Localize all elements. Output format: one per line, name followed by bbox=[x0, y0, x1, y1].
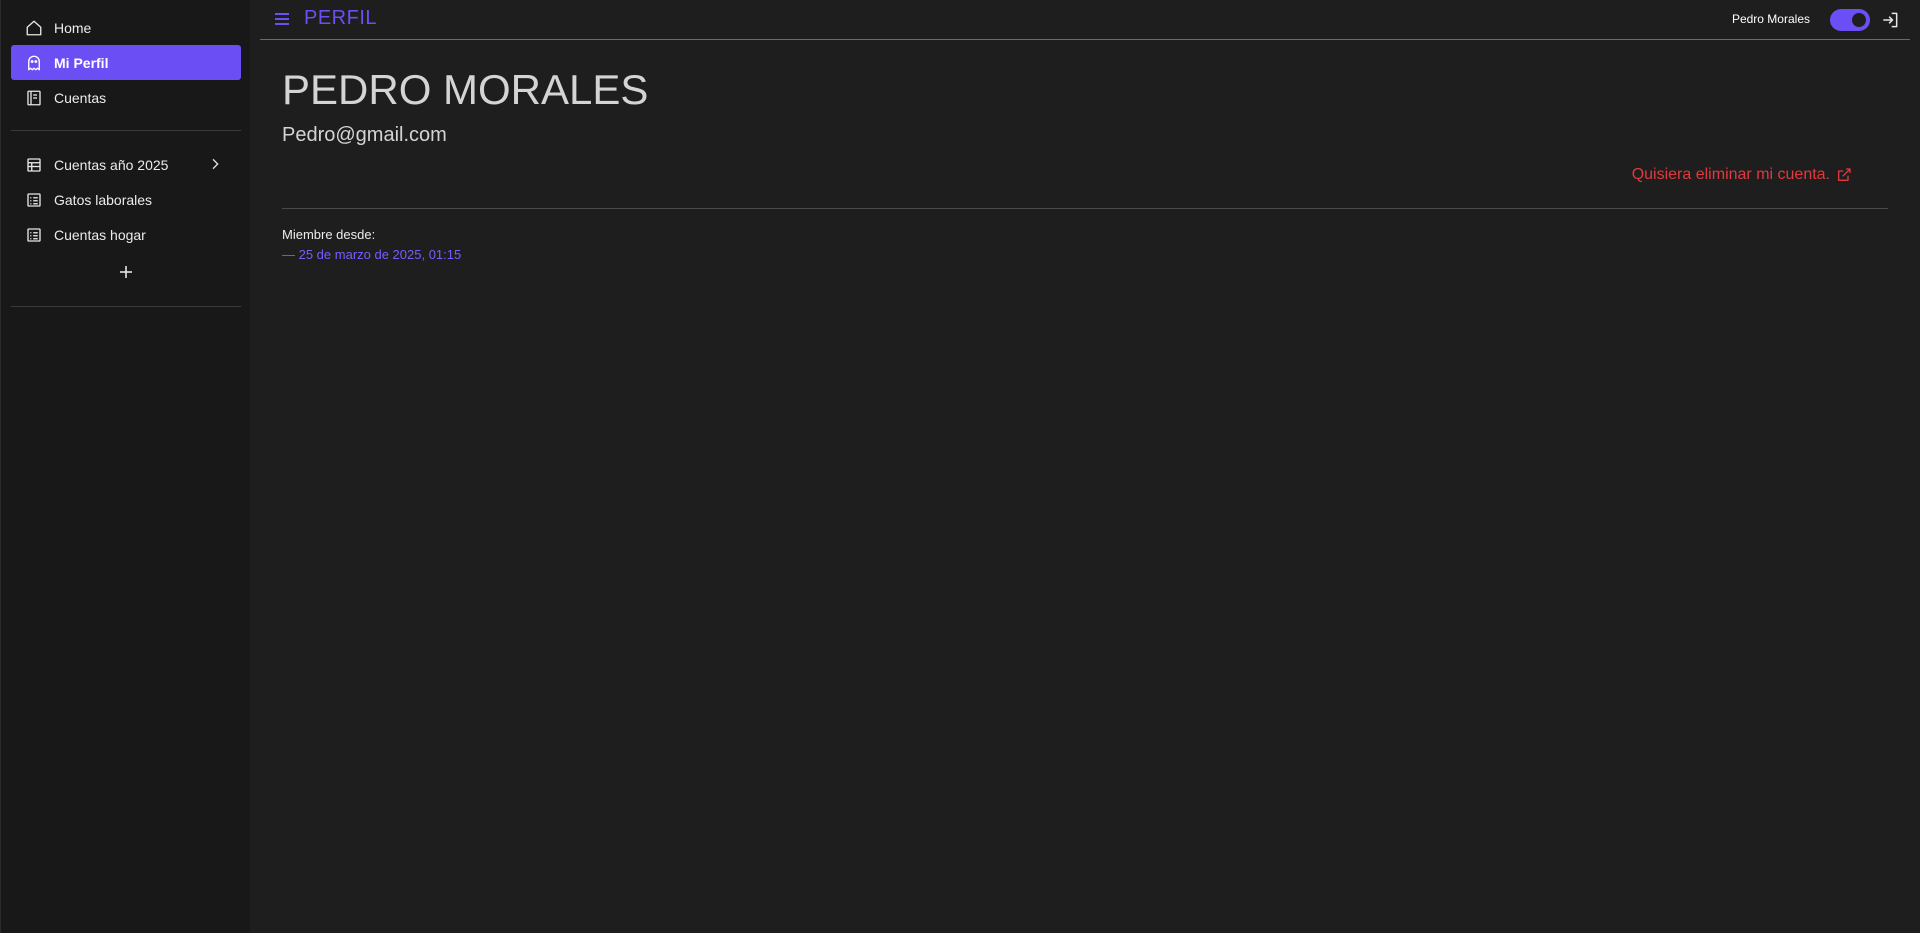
theme-toggle[interactable] bbox=[1830, 9, 1870, 31]
sidebar-item-label: Cuentas bbox=[54, 89, 107, 106]
sidebar-divider bbox=[11, 130, 241, 131]
sidebar-item-gatos-laborales[interactable]: Gatos laborales bbox=[11, 182, 241, 217]
sidebar-item-label: Mi Perfil bbox=[54, 54, 109, 71]
profile-name: PEDRO MORALES bbox=[282, 66, 649, 113]
plus-icon bbox=[119, 265, 133, 284]
content-divider bbox=[282, 208, 1888, 209]
menu-icon[interactable] bbox=[272, 9, 292, 29]
member-since-label: Miembre desde: bbox=[282, 227, 376, 242]
sidebar-item-label: Cuentas año 2025 bbox=[54, 156, 169, 173]
home-icon bbox=[24, 18, 44, 38]
sidebar-item-cuentas-2025[interactable]: Cuentas año 2025 bbox=[11, 147, 241, 182]
delete-account-label: Quisiera eliminar mi cuenta. bbox=[1631, 166, 1830, 183]
chevron-right-icon bbox=[207, 156, 223, 172]
table-icon bbox=[24, 155, 44, 175]
sidebar-item-label: Cuentas hogar bbox=[54, 226, 146, 243]
sidebar-item-cuentas[interactable]: Cuentas bbox=[11, 80, 241, 115]
notebook-icon bbox=[24, 88, 44, 108]
sidebar-item-home[interactable]: Home bbox=[11, 10, 241, 45]
sidebar-item-mi-perfil[interactable]: Mi Perfil bbox=[11, 45, 241, 80]
user-name: Pedro Morales bbox=[1731, 12, 1810, 26]
sidebar-divider bbox=[11, 306, 241, 307]
toggle-knob bbox=[1852, 13, 1866, 27]
sidebar-item-label: Home bbox=[54, 19, 92, 36]
list-icon bbox=[24, 190, 44, 210]
delete-account-link[interactable]: Quisiera eliminar mi cuenta. bbox=[1632, 166, 1852, 184]
profile-email: Pedro@gmail.com bbox=[282, 124, 447, 146]
sidebar-item-cuentas-hogar[interactable]: Cuentas hogar bbox=[11, 217, 241, 252]
app-root: Home Mi Perfil Cuentas Cuentas año 2025 bbox=[0, 0, 1920, 933]
list-icon bbox=[24, 225, 44, 245]
page-title: PERFIL bbox=[304, 7, 378, 29]
logout-icon[interactable] bbox=[1880, 10, 1900, 30]
add-sheet-button[interactable] bbox=[111, 262, 141, 286]
sidebar-item-label: Gatos laborales bbox=[54, 191, 153, 208]
topbar: PERFIL Pedro Morales bbox=[260, 0, 1910, 40]
external-link-icon bbox=[1836, 167, 1852, 183]
ghost-icon bbox=[24, 53, 44, 73]
member-since-date: — 25 de marzo de 2025, 01:15 bbox=[282, 247, 462, 262]
sidebar: Home Mi Perfil Cuentas Cuentas año 2025 bbox=[0, 0, 250, 933]
